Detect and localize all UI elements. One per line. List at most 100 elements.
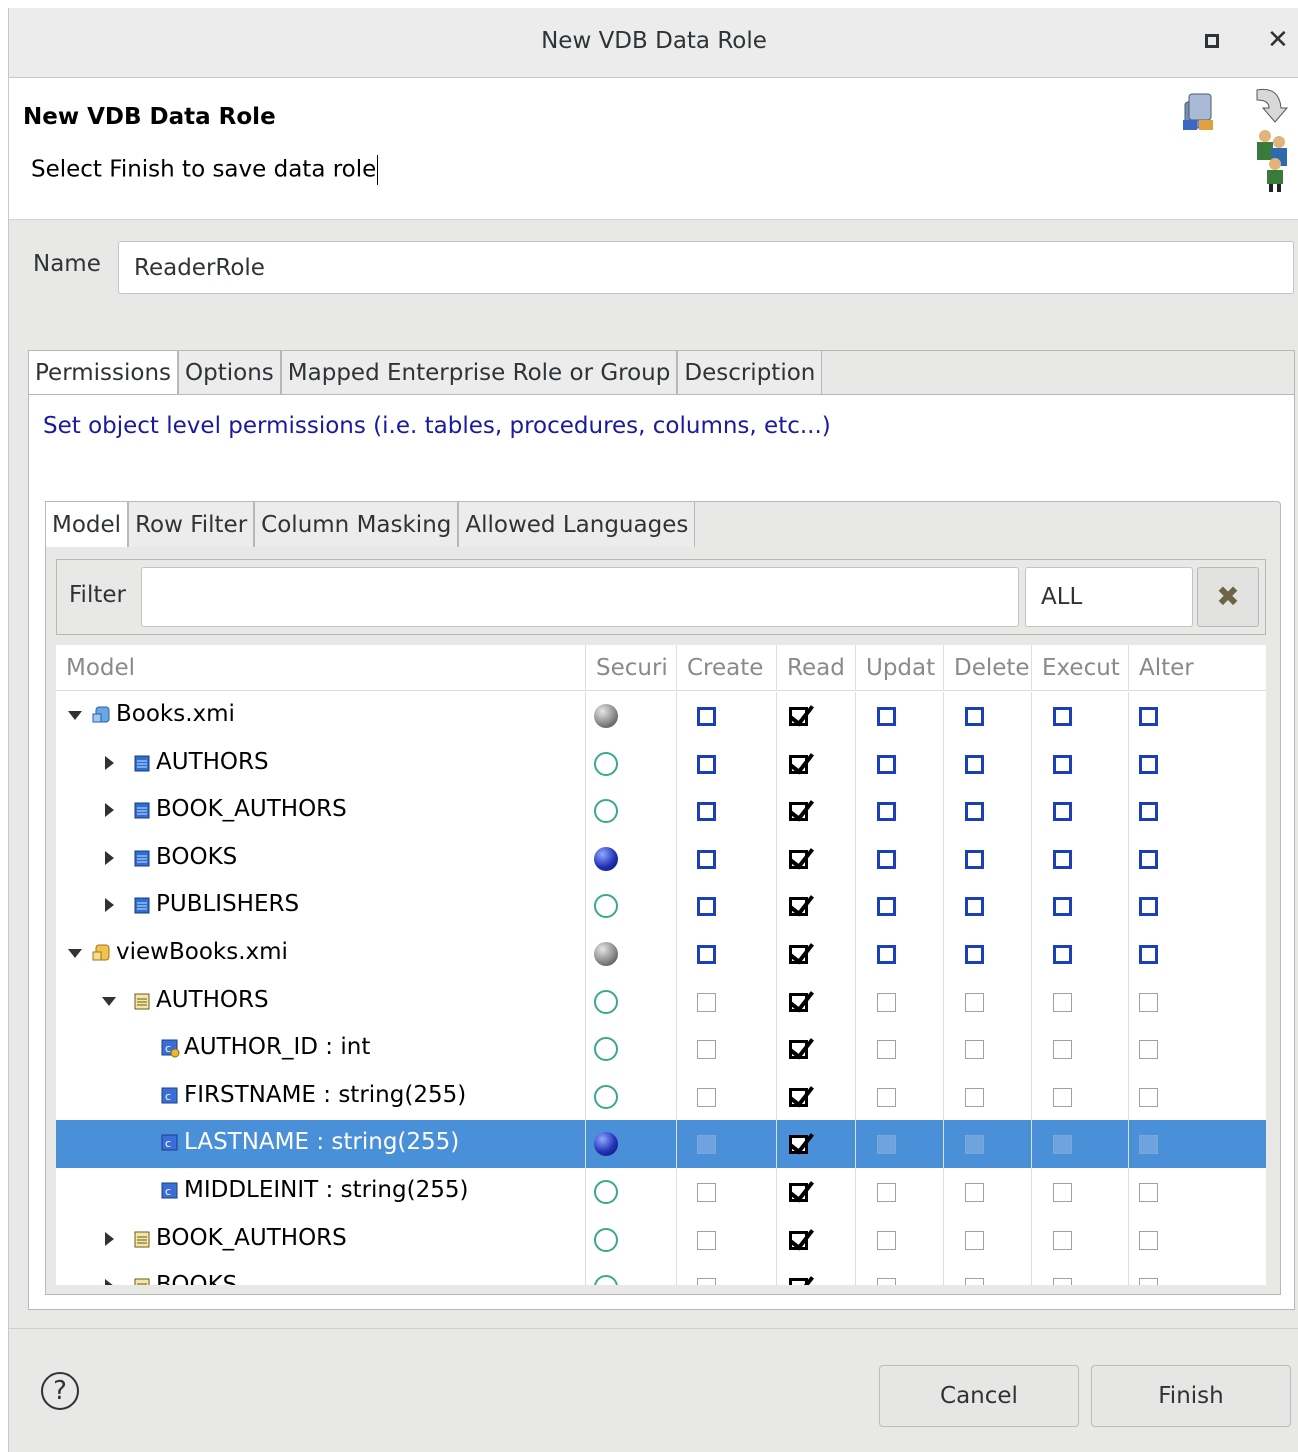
alter-checkbox[interactable] — [1139, 945, 1158, 964]
execute-checkbox[interactable] — [1053, 945, 1072, 964]
delete-checkbox[interactable] — [965, 1040, 984, 1060]
table-row[interactable]: BOOKS — [56, 834, 1266, 883]
tab-model[interactable]: Model — [45, 501, 129, 547]
update-checkbox[interactable] — [877, 1230, 896, 1250]
alter-checkbox[interactable] — [1139, 1230, 1158, 1250]
delete-checkbox[interactable] — [965, 897, 984, 917]
update-checkbox[interactable] — [877, 1135, 896, 1155]
tab-mapped-enterprise-role[interactable]: Mapped Enterprise Role or Group — [280, 350, 678, 394]
create-checkbox[interactable] — [697, 897, 716, 917]
expand-arrow-icon[interactable] — [68, 711, 82, 720]
execute-checkbox[interactable] — [1053, 1278, 1072, 1285]
alter-checkbox[interactable] — [1139, 849, 1158, 869]
name-input[interactable]: ReaderRole — [118, 241, 1294, 294]
delete-checkbox[interactable] — [965, 1183, 984, 1202]
collapse-arrow-icon[interactable] — [105, 755, 114, 770]
alter-checkbox[interactable] — [1139, 992, 1158, 1012]
security-status-icon[interactable] — [594, 799, 618, 824]
create-checkbox[interactable] — [697, 849, 716, 869]
collapse-arrow-icon[interactable] — [105, 1279, 114, 1285]
table-row[interactable]: AUTHORS — [56, 739, 1266, 788]
execute-checkbox[interactable] — [1053, 707, 1072, 726]
maximize-icon[interactable] — [1205, 34, 1219, 48]
create-checkbox[interactable] — [697, 992, 716, 1012]
create-checkbox[interactable] — [697, 754, 716, 774]
permissions-tree-table[interactable]: Model Securi Create Read Updat Delete Ex… — [56, 645, 1266, 1285]
column-header-security[interactable]: Securi — [586, 645, 677, 691]
security-status-icon[interactable] — [594, 1084, 618, 1109]
collapse-arrow-icon[interactable] — [105, 898, 114, 913]
delete-checkbox[interactable] — [965, 1230, 984, 1250]
table-row[interactable]: PUBLISHERS — [56, 882, 1266, 930]
update-checkbox[interactable] — [877, 945, 896, 964]
create-checkbox[interactable] — [697, 1087, 716, 1107]
expand-arrow-icon[interactable] — [68, 949, 82, 958]
security-status-icon[interactable] — [594, 704, 618, 728]
help-icon[interactable]: ? — [41, 1372, 79, 1410]
read-checkbox[interactable] — [789, 1087, 808, 1107]
table-row[interactable]: viewBooks.xmi — [56, 930, 1266, 978]
create-checkbox[interactable] — [697, 707, 716, 726]
update-checkbox[interactable] — [877, 754, 896, 774]
read-checkbox[interactable] — [789, 992, 808, 1012]
table-row[interactable]: BOOK_AUTHORS — [56, 787, 1266, 835]
alter-checkbox[interactable] — [1139, 1040, 1158, 1060]
execute-checkbox[interactable] — [1053, 849, 1072, 869]
execute-checkbox[interactable] — [1053, 802, 1072, 822]
column-header-update[interactable]: Updat — [856, 645, 944, 691]
execute-checkbox[interactable] — [1053, 1087, 1072, 1107]
tab-allowed-languages[interactable]: Allowed Languages — [458, 501, 696, 547]
table-row[interactable]: c MIDDLEINIT : string(255) — [56, 1168, 1266, 1216]
delete-checkbox[interactable] — [965, 1135, 984, 1155]
column-header-execute[interactable]: Execut — [1032, 645, 1129, 691]
column-header-alter[interactable]: Alter — [1129, 645, 1266, 691]
update-checkbox[interactable] — [877, 1278, 896, 1285]
table-row[interactable]: AUTHORS — [56, 977, 1266, 1026]
delete-checkbox[interactable] — [965, 1087, 984, 1107]
security-status-icon[interactable] — [594, 1180, 618, 1204]
read-checkbox[interactable] — [789, 1278, 808, 1285]
create-checkbox[interactable] — [697, 1135, 716, 1155]
tab-options[interactable]: Options — [178, 350, 281, 394]
security-status-icon[interactable] — [594, 751, 618, 776]
tab-column-masking[interactable]: Column Masking — [254, 501, 459, 547]
create-checkbox[interactable] — [697, 802, 716, 822]
table-row[interactable]: Books.xmi — [56, 692, 1266, 740]
create-checkbox[interactable] — [697, 1230, 716, 1250]
delete-checkbox[interactable] — [965, 945, 984, 964]
create-checkbox[interactable] — [697, 1183, 716, 1202]
clear-filter-button[interactable]: ✖ — [1197, 567, 1259, 627]
alter-checkbox[interactable] — [1139, 897, 1158, 917]
update-checkbox[interactable] — [877, 897, 896, 917]
alter-checkbox[interactable] — [1139, 1278, 1158, 1285]
execute-checkbox[interactable] — [1053, 1040, 1072, 1060]
alter-checkbox[interactable] — [1139, 754, 1158, 774]
read-checkbox[interactable] — [789, 707, 808, 726]
execute-checkbox[interactable] — [1053, 1135, 1072, 1155]
delete-checkbox[interactable] — [965, 802, 984, 822]
read-checkbox[interactable] — [789, 802, 808, 822]
execute-checkbox[interactable] — [1053, 754, 1072, 774]
close-icon[interactable]: ✕ — [1267, 26, 1289, 54]
security-status-icon[interactable] — [594, 942, 618, 966]
update-checkbox[interactable] — [877, 992, 896, 1012]
tab-permissions[interactable]: Permissions — [28, 350, 179, 394]
create-checkbox[interactable] — [697, 945, 716, 964]
execute-checkbox[interactable] — [1053, 992, 1072, 1012]
security-status-icon[interactable] — [594, 846, 618, 871]
expand-arrow-icon[interactable] — [102, 996, 116, 1006]
table-row[interactable]: BOOK_AUTHORS — [56, 1215, 1266, 1264]
execute-checkbox[interactable] — [1053, 1183, 1072, 1202]
delete-checkbox[interactable] — [965, 707, 984, 726]
update-checkbox[interactable] — [877, 1040, 896, 1060]
create-checkbox[interactable] — [697, 1040, 716, 1060]
alter-checkbox[interactable] — [1139, 1135, 1158, 1155]
delete-checkbox[interactable] — [965, 849, 984, 869]
alter-checkbox[interactable] — [1139, 1183, 1158, 1202]
column-header-create[interactable]: Create — [677, 645, 777, 691]
create-checkbox[interactable] — [697, 1278, 716, 1285]
table-row[interactable]: c FIRSTNAME : string(255) — [56, 1072, 1266, 1121]
update-checkbox[interactable] — [877, 802, 896, 822]
tab-description[interactable]: Description — [677, 350, 823, 394]
update-checkbox[interactable] — [877, 707, 896, 726]
